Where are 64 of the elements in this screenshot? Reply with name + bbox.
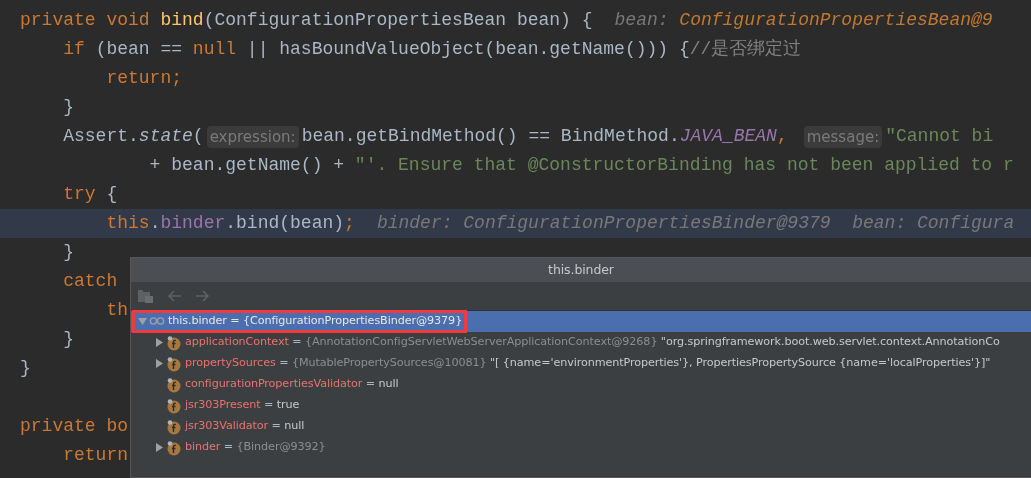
glasses-icon	[149, 315, 165, 328]
code-text: null	[192, 38, 238, 61]
tree-row[interactable]: jsr303Present = true	[131, 395, 1031, 416]
code-text: Assert.	[62, 125, 139, 148]
code-text: private void	[20, 9, 151, 32]
code-text: if	[62, 38, 86, 61]
tree-row[interactable]: applicationContext = {AnnotationConfigServletWebServerApplicationContext@9268} "org.springframework.boot.web.servlet.context.AnnotationCo	[131, 332, 1031, 353]
code-text: binder	[160, 212, 226, 235]
code-text: "'. Ensure that @ConstructorBinding has not been applied to r	[354, 154, 1014, 177]
code-text: this	[105, 212, 150, 235]
code-text: th	[105, 299, 129, 322]
tree-row[interactable]: jsr303Validator = null	[131, 416, 1031, 437]
code-text: }	[62, 241, 74, 264]
variable-entry: propertySources = {MutablePropertySources@10081} "[ {name='environmentProperties'}, PropertiesPropertySource {name='localProperties'}]"	[185, 355, 991, 372]
code-text: return;	[105, 67, 183, 90]
popup-title: this.binder	[131, 258, 1031, 282]
code-text: (ConfigurationPropertiesBean bean) {	[203, 9, 593, 32]
code-text: {	[106, 183, 118, 206]
inlay-hint: ConfigurationPropertiesBean@9	[679, 9, 993, 32]
variable-entry: configurationPropertiesValidator = null	[185, 376, 399, 393]
code-text: .	[149, 212, 161, 235]
parameter-hint: message:	[803, 125, 883, 148]
code-text: catch	[62, 270, 118, 293]
inlay-hint: binder: ConfigurationPropertiesBinder@9379 bean: Configura	[376, 212, 1015, 235]
variable-entry: jsr303Present = true	[185, 397, 300, 414]
code-text: JAVA_BEAN	[679, 125, 777, 148]
field-icon	[166, 376, 182, 393]
code-text: "Cannot bi	[885, 125, 994, 148]
code-text: }	[62, 96, 74, 119]
code-text: || hasBoundValueObject(bean.getName())) {	[246, 38, 690, 61]
variable-entry: this.binder = {ConfigurationPropertiesBinder@9379}	[168, 313, 463, 330]
variable-entry: binder = {Binder@9392}	[185, 439, 326, 456]
code-text: bean.getBindMethod() == BindMethod.	[301, 125, 680, 148]
code-text: return	[62, 444, 129, 467]
code-text: (	[192, 125, 204, 148]
parameter-hint: expression:	[206, 125, 299, 148]
field-icon	[166, 334, 182, 351]
code-text: try	[62, 183, 97, 206]
tree-row[interactable]: propertySources = {MutablePropertySources@10081} "[ {name='environmentProperties'}, PropertiesPropertySource {name='localProperties'}]"	[131, 353, 1031, 374]
expand-arrow-icon[interactable]	[153, 337, 165, 348]
expand-arrow-icon[interactable]	[153, 442, 165, 453]
tree-row[interactable]: binder = {Binder@9392}	[131, 437, 1031, 458]
field-icon	[166, 355, 182, 372]
tree-row[interactable]: this.binder = {ConfigurationPropertiesBinder@9379}	[131, 311, 1031, 332]
code-text: (bean ==	[95, 38, 184, 61]
code-text: ;	[344, 212, 355, 235]
code-text: }	[62, 328, 74, 351]
expand-arrow-icon[interactable]	[153, 358, 165, 369]
code-text: private bo	[20, 415, 129, 438]
tree-row[interactable]: configurationPropertiesValidator = null	[131, 374, 1031, 395]
inlay-hint: bean:	[614, 9, 670, 32]
code-text: + bean.getName() +	[148, 154, 346, 177]
code-text: state	[138, 125, 193, 148]
variable-entry: applicationContext = {AnnotationConfigServletWebServerApplicationContext@9268} "org.springframework.boot.web.servlet.context.AnnotationCo	[185, 334, 1000, 351]
field-icon	[166, 418, 182, 435]
collapse-arrow-icon[interactable]	[136, 316, 148, 327]
code-text: .bind(bean)	[225, 212, 345, 235]
field-icon	[166, 397, 182, 414]
code-text: }	[20, 357, 31, 380]
code-text: bind	[160, 9, 204, 32]
code-comment: //是否绑定过	[689, 38, 802, 61]
field-icon	[166, 439, 182, 456]
code-text: ,	[776, 125, 788, 148]
variable-entry: jsr303Validator = null	[185, 418, 305, 435]
